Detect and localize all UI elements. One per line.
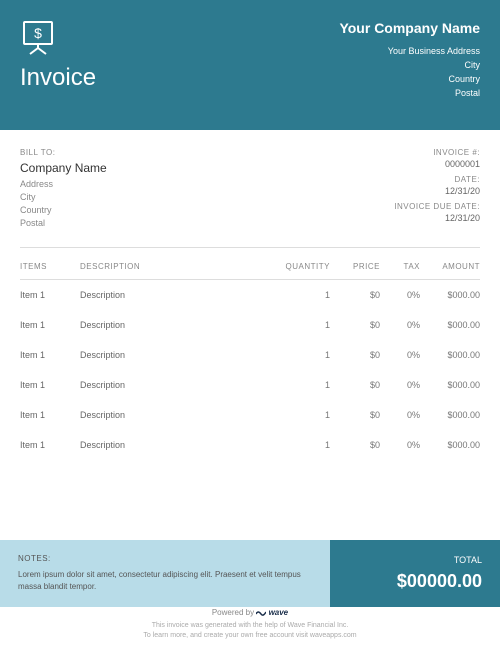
- invoice-meta: INVOICE #: 0000001 DATE: 12/31/20 INVOIC…: [394, 148, 480, 231]
- col-quantity: QUANTITY: [280, 262, 330, 271]
- bill-to-city: City: [20, 192, 107, 202]
- col-price: PRICE: [330, 262, 380, 271]
- cell-amount: $000.00: [420, 410, 480, 420]
- cell-price: $0: [330, 290, 380, 300]
- cell-quantity: 1: [280, 350, 330, 360]
- total-box: TOTAL $00000.00: [330, 540, 500, 607]
- table-row: Item 1Description1$00%$000.00: [20, 430, 480, 460]
- cell-price: $0: [330, 320, 380, 330]
- company-address: Your Business Address: [339, 46, 480, 56]
- invoice-number: 0000001: [394, 159, 480, 169]
- cell-item: Item 1: [20, 380, 80, 390]
- cell-tax: 0%: [380, 290, 420, 300]
- divider: [20, 247, 480, 248]
- cell-tax: 0%: [380, 380, 420, 390]
- total-label: TOTAL: [348, 555, 482, 565]
- cell-item: Item 1: [20, 410, 80, 420]
- cell-quantity: 1: [280, 410, 330, 420]
- cell-item: Item 1: [20, 320, 80, 330]
- cell-item: Item 1: [20, 350, 80, 360]
- cell-tax: 0%: [380, 350, 420, 360]
- total-value: $00000.00: [348, 571, 482, 592]
- cell-quantity: 1: [280, 380, 330, 390]
- company-city: City: [339, 60, 480, 70]
- invoice-date: 12/31/20: [394, 186, 480, 196]
- cell-amount: $000.00: [420, 380, 480, 390]
- bill-to-section: BILL TO: Company Name Address City Count…: [20, 148, 107, 231]
- cell-tax: 0%: [380, 440, 420, 450]
- table-row: Item 1Description1$00%$000.00: [20, 310, 480, 340]
- cell-quantity: 1: [280, 320, 330, 330]
- notes-label: NOTES:: [18, 554, 312, 563]
- company-name: Your Company Name: [339, 20, 480, 36]
- invoice-date-label: DATE:: [394, 175, 480, 184]
- bill-to-label: BILL TO:: [20, 148, 107, 157]
- bill-to-address: Address: [20, 179, 107, 189]
- invoice-number-label: INVOICE #:: [394, 148, 480, 157]
- cell-amount: $000.00: [420, 440, 480, 450]
- powered-line1: This invoice was generated with the help…: [0, 621, 500, 631]
- cell-item: Item 1: [20, 290, 80, 300]
- cell-price: $0: [330, 440, 380, 450]
- col-amount: AMOUNT: [420, 262, 480, 271]
- cell-tax: 0%: [380, 320, 420, 330]
- footer-row: NOTES: Lorem ipsum dolor sit amet, conse…: [0, 540, 500, 607]
- cell-description: Description: [80, 440, 280, 450]
- bill-to-country: Country: [20, 205, 107, 215]
- dollar-easel-icon: $: [20, 20, 56, 56]
- powered-prefix: Powered by: [212, 608, 254, 617]
- cell-description: Description: [80, 380, 280, 390]
- notes-box: NOTES: Lorem ipsum dolor sit amet, conse…: [0, 540, 330, 607]
- cell-description: Description: [80, 290, 280, 300]
- header-right: Your Company Name Your Business Address …: [339, 20, 480, 102]
- notes-text: Lorem ipsum dolor sit amet, consectetur …: [18, 569, 312, 593]
- invoice-due-label: INVOICE DUE DATE:: [394, 202, 480, 211]
- invoice-title: Invoice: [20, 64, 96, 92]
- company-postal: Postal: [339, 88, 480, 98]
- wave-brand-text: wave: [269, 608, 289, 617]
- cell-price: $0: [330, 350, 380, 360]
- table-row: Item 1Description1$00%$000.00: [20, 400, 480, 430]
- cell-description: Description: [80, 410, 280, 420]
- cell-amount: $000.00: [420, 320, 480, 330]
- powered-line2: To learn more, and create your own free …: [0, 631, 500, 641]
- company-country: Country: [339, 74, 480, 84]
- col-description: DESCRIPTION: [80, 262, 280, 271]
- line-items-table: ITEMS DESCRIPTION QUANTITY PRICE TAX AMO…: [0, 254, 500, 460]
- bill-to-company: Company Name: [20, 161, 107, 175]
- cell-quantity: 1: [280, 440, 330, 450]
- table-row: Item 1Description1$00%$000.00: [20, 370, 480, 400]
- header-left: $ Invoice: [20, 20, 96, 102]
- cell-item: Item 1: [20, 440, 80, 450]
- cell-price: $0: [330, 410, 380, 420]
- table-row: Item 1Description1$00%$000.00: [20, 340, 480, 370]
- cell-quantity: 1: [280, 290, 330, 300]
- svg-text:$: $: [34, 25, 42, 41]
- wave-logo: wave: [256, 608, 288, 617]
- table-header: ITEMS DESCRIPTION QUANTITY PRICE TAX AMO…: [20, 254, 480, 280]
- powered-by: Powered by wave This invoice was generat…: [0, 607, 500, 641]
- table-body: Item 1Description1$00%$000.00Item 1Descr…: [20, 280, 480, 460]
- invoice-due: 12/31/20: [394, 213, 480, 223]
- bill-to-postal: Postal: [20, 218, 107, 228]
- cell-amount: $000.00: [420, 350, 480, 360]
- cell-amount: $000.00: [420, 290, 480, 300]
- meta-row: BILL TO: Company Name Address City Count…: [0, 130, 500, 241]
- cell-price: $0: [330, 380, 380, 390]
- header: $ Invoice Your Company Name Your Busines…: [0, 0, 500, 130]
- cell-description: Description: [80, 320, 280, 330]
- col-tax: TAX: [380, 262, 420, 271]
- powered-main: Powered by wave: [0, 607, 500, 618]
- cell-tax: 0%: [380, 410, 420, 420]
- cell-description: Description: [80, 350, 280, 360]
- col-items: ITEMS: [20, 262, 80, 271]
- table-row: Item 1Description1$00%$000.00: [20, 280, 480, 310]
- invoice-page: $ Invoice Your Company Name Your Busines…: [0, 0, 500, 647]
